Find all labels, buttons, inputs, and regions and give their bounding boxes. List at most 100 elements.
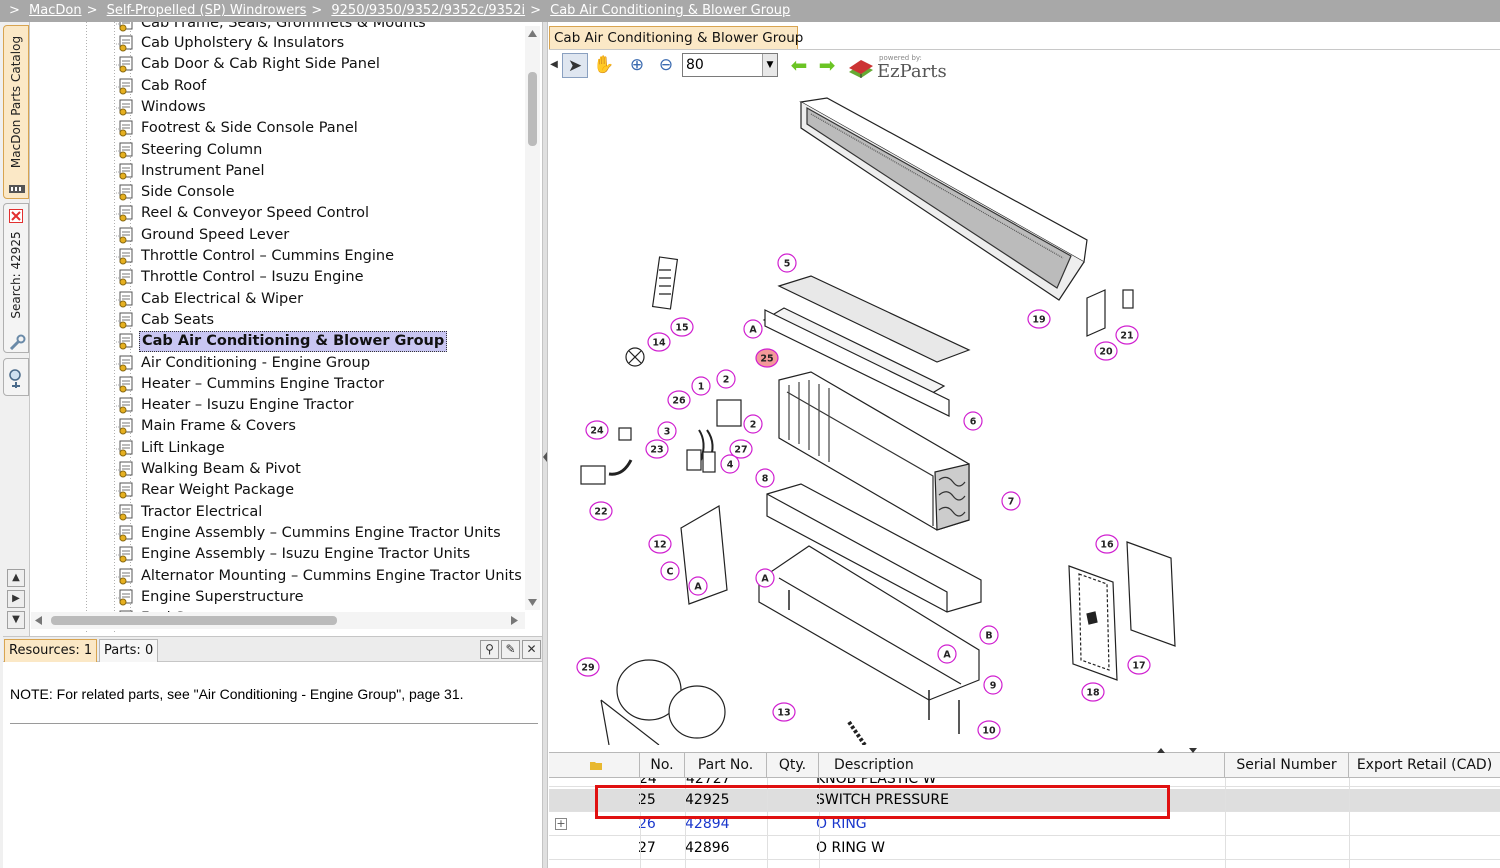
diagram-page-icon <box>116 588 135 607</box>
callout-B[interactable]: B <box>979 625 999 645</box>
callout-A[interactable]: A <box>937 644 957 664</box>
callout-12[interactable]: 12 <box>648 534 672 554</box>
callout-24[interactable]: 24 <box>585 420 609 440</box>
callout-17[interactable]: 17 <box>1127 655 1151 675</box>
callout-9[interactable]: 9 <box>983 675 1003 695</box>
callout-19[interactable]: 19 <box>1027 309 1051 329</box>
callout-20[interactable]: 20 <box>1094 341 1118 361</box>
callout-C[interactable]: C <box>660 561 680 581</box>
zoom-out-icon[interactable]: ⊖ <box>653 53 679 78</box>
tree-vertical-scrollbar[interactable] <box>525 26 540 610</box>
diagram-page-icon <box>116 375 135 394</box>
callout-26[interactable]: 26 <box>667 390 691 410</box>
callout-21[interactable]: 21 <box>1115 325 1139 345</box>
breadcrumb-link-model[interactable]: 9250/9350/9352/9352c/9352i <box>331 3 525 18</box>
tab-diagram[interactable]: Cab Air Conditioning & Blower Group <box>549 26 803 50</box>
tree-item[interactable]: Windows <box>116 97 208 118</box>
callout-22[interactable]: 22 <box>589 501 613 521</box>
callout-2[interactable]: 2 <box>716 369 736 389</box>
tree-item[interactable]: Reel & Conveyor Speed Control <box>116 203 371 224</box>
chevron-down-icon[interactable]: ▼ <box>762 54 777 76</box>
column-header-export-retail[interactable]: Export Retail (CAD) <box>1349 753 1500 777</box>
callout-13[interactable]: 13 <box>772 702 796 722</box>
callout-15[interactable]: 15 <box>670 317 694 337</box>
tab-search[interactable]: Search: 42925 <box>3 203 29 353</box>
tree-item[interactable]: Main Frame & Covers <box>116 416 298 437</box>
tree-item[interactable]: Alternator Mounting – Cummins Engine Tra… <box>116 566 524 587</box>
callout-18[interactable]: 18 <box>1081 682 1105 702</box>
column-header-part-no[interactable]: Part No. <box>685 753 767 777</box>
tree-item[interactable]: Side Console <box>116 182 237 203</box>
callout-label: 26 <box>672 396 686 407</box>
tree-item[interactable]: Throttle Control – Isuzu Engine <box>116 267 366 288</box>
tree-item[interactable]: Cab Seats <box>116 310 216 331</box>
tree-item[interactable]: Cab Air Conditioning & Blower Group <box>116 331 448 353</box>
callout-A[interactable]: A <box>688 576 708 596</box>
zoom-in-icon[interactable]: ⊕ <box>624 53 650 78</box>
callout-5[interactable]: 5 <box>777 253 797 273</box>
callout-14[interactable]: 14 <box>647 332 671 352</box>
tree-horizontal-scrollbar[interactable] <box>31 612 525 629</box>
callout-1[interactable]: 1 <box>691 376 711 396</box>
zoom-input[interactable] <box>683 54 763 76</box>
callout-2[interactable]: 2 <box>743 414 763 434</box>
tab-parts[interactable]: Parts: 0 <box>99 639 159 662</box>
pin-icon[interactable]: ⚲ <box>480 640 499 659</box>
tree-item[interactable]: Ground Speed Lever <box>116 225 291 246</box>
forward-arrow-icon[interactable]: ➡ <box>814 53 840 78</box>
tab-new-search[interactable] <box>3 358 29 396</box>
tab-parts-catalog[interactable]: MacDon Parts Catalog <box>3 25 29 199</box>
breadcrumb-link-sp-windrowers[interactable]: Self-Propelled (SP) Windrowers <box>107 3 307 18</box>
callout-A[interactable]: A <box>743 319 763 339</box>
callout-4[interactable]: 4 <box>720 454 740 474</box>
breadcrumb-link-current[interactable]: Cab Air Conditioning & Blower Group <box>550 3 790 18</box>
tree-item[interactable]: Engine Assembly – Cummins Engine Tractor… <box>116 523 503 544</box>
close-icon[interactable] <box>9 209 23 223</box>
tree-item[interactable]: Cab Upholstery & Insulators <box>116 33 346 54</box>
column-header-no[interactable]: No. <box>640 753 685 777</box>
zoom-select[interactable]: ▼ <box>682 53 778 77</box>
toolbar-left-arrow-icon[interactable]: ◀ <box>549 53 559 78</box>
tree-item[interactable]: Air Conditioning - Engine Group <box>116 353 372 374</box>
tree-item[interactable]: Tractor Electrical <box>116 502 264 523</box>
column-header-qty[interactable]: Qty. <box>767 753 819 777</box>
bottom-left-tab-bar: Resources: 1 Parts: 0 ⚲ ✎ ✕ <box>3 636 542 662</box>
callout-23[interactable]: 23 <box>645 439 669 459</box>
tree-item[interactable]: Cab Door & Cab Right Side Panel <box>116 54 382 75</box>
tree-item[interactable]: Throttle Control – Cummins Engine <box>116 246 396 267</box>
callout-3[interactable]: 3 <box>657 421 677 441</box>
select-pointer-icon[interactable]: ➤ <box>562 53 588 78</box>
tree-item[interactable]: Lift Linkage <box>116 438 227 459</box>
callout-29[interactable]: 29 <box>576 657 600 677</box>
scroll-down-button[interactable]: ▼ <box>7 611 25 629</box>
tree-item[interactable]: Steering Column <box>116 140 264 161</box>
panel-splitter[interactable] <box>542 22 548 868</box>
tree-item[interactable]: Footrest & Side Console Panel <box>116 118 360 139</box>
column-header-serial-number[interactable]: Serial Number <box>1225 753 1349 777</box>
edit-icon[interactable]: ✎ <box>501 640 520 659</box>
tree-item[interactable]: Cab Electrical & Wiper <box>116 289 305 310</box>
callout-25[interactable]: 25 <box>755 348 779 368</box>
tree-item[interactable]: Engine Superstructure <box>116 587 306 608</box>
tab-resources[interactable]: Resources: 1 <box>4 639 98 662</box>
scroll-up-button[interactable]: ▲ <box>7 569 25 587</box>
callout-A[interactable]: A <box>755 568 775 588</box>
tree-item[interactable]: Engine Assembly – Isuzu Engine Tractor U… <box>116 544 472 565</box>
expand-button[interactable]: ▶ <box>7 590 25 608</box>
callout-10[interactable]: 10 <box>977 720 1001 740</box>
tree-item[interactable]: Rear Weight Package <box>116 480 296 501</box>
tree-item[interactable]: Walking Beam & Pivot <box>116 459 303 480</box>
close-icon[interactable]: ✕ <box>522 640 541 659</box>
breadcrumb-link-macdon[interactable]: MacDon <box>29 3 82 18</box>
column-header-description[interactable]: Description <box>819 753 1225 777</box>
tree-item[interactable]: Instrument Panel <box>116 161 267 182</box>
tree-item[interactable]: Heater – Cummins Engine Tractor <box>116 374 386 395</box>
pan-hand-icon[interactable]: ✋ <box>591 53 617 78</box>
callout-8[interactable]: 8 <box>755 468 775 488</box>
callout-6[interactable]: 6 <box>963 411 983 431</box>
tree-item[interactable]: Cab Roof <box>116 76 208 97</box>
callout-7[interactable]: 7 <box>1001 491 1021 511</box>
back-arrow-icon[interactable]: ⬅ <box>786 53 812 78</box>
callout-16[interactable]: 16 <box>1095 534 1119 554</box>
tree-item[interactable]: Heater – Isuzu Engine Tractor <box>116 395 356 416</box>
